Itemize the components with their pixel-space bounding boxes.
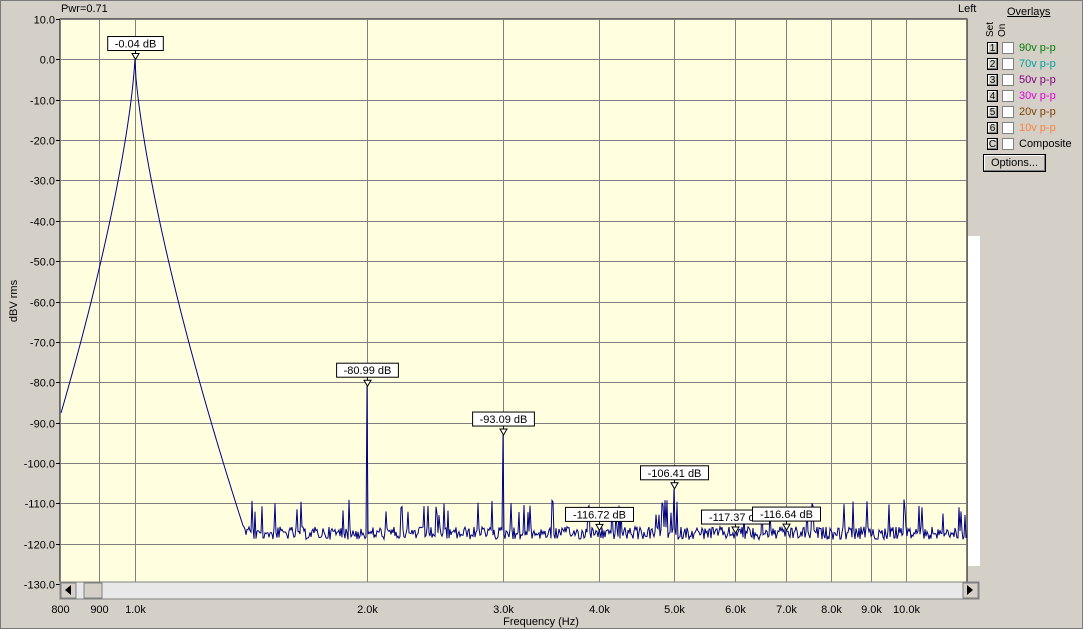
peak-label: -93.09 dB bbox=[480, 414, 528, 426]
overlay-on-checkbox[interactable] bbox=[1002, 138, 1014, 150]
x-axis-ticks: 800 900 1.0k 2.0k 3.0k 4.0k 5.0k 6.0k 7.0k 8.0k 9.… bbox=[51, 604, 920, 616]
x-tick-label: 6.0k bbox=[725, 604, 746, 616]
overlay-row: 5 20v p-p bbox=[987, 106, 1082, 120]
right-strip bbox=[968, 236, 980, 566]
y-tick-label: -70.0 bbox=[30, 338, 55, 350]
overlay-on-checkbox[interactable] bbox=[1002, 58, 1014, 70]
on-column-header: On bbox=[997, 23, 1008, 37]
overlay-label: 10v p-p bbox=[1019, 122, 1056, 134]
x-tick-label: 800 bbox=[51, 604, 69, 616]
overlay-row: 2 70v p-p bbox=[987, 58, 1082, 72]
overlay-on-checkbox[interactable] bbox=[1002, 74, 1014, 86]
y-tick-label: -90.0 bbox=[30, 419, 55, 431]
x-tick-label: 1.0k bbox=[125, 604, 146, 616]
power-readout: Pwr=0.71 bbox=[61, 3, 108, 15]
overlays-title[interactable]: Overlays bbox=[1007, 6, 1050, 18]
overlay-row: 4 30v p-p bbox=[987, 90, 1082, 104]
x-tick-label: 3.0k bbox=[493, 604, 514, 616]
peak-label: -80.99 dB bbox=[344, 365, 392, 377]
y-tick-label: 0.0 bbox=[40, 55, 55, 67]
horizontal-scrollbar[interactable] bbox=[59, 581, 980, 600]
overlay-label: 70v p-p bbox=[1019, 58, 1056, 70]
overlay-label: 30v p-p bbox=[1019, 90, 1056, 102]
overlay-set-button[interactable]: 4 bbox=[987, 90, 998, 102]
scroll-thumb[interactable] bbox=[83, 582, 103, 599]
overlay-on-checkbox[interactable] bbox=[1002, 122, 1014, 134]
overlay-set-button[interactable]: C bbox=[987, 138, 998, 150]
y-tick-label: -100.0 bbox=[24, 459, 55, 471]
x-tick-label: 5.0k bbox=[664, 604, 685, 616]
overlay-label: 20v p-p bbox=[1019, 106, 1056, 118]
y-tick-label: -120.0 bbox=[24, 540, 55, 552]
plot-area bbox=[59, 18, 968, 585]
y-tick-label: -110.0 bbox=[25, 499, 55, 511]
overlay-row: 3 50v p-p bbox=[987, 74, 1082, 88]
overlay-set-button[interactable]: 6 bbox=[987, 122, 998, 134]
y-tick-label: -60.0 bbox=[30, 298, 55, 310]
y-tick-label: -80.0 bbox=[30, 378, 55, 390]
x-tick-label: 10.0k bbox=[893, 604, 920, 616]
overlay-label: 90v p-p bbox=[1019, 42, 1056, 54]
overlay-row: 1 90v p-p bbox=[987, 42, 1082, 56]
overlay-on-checkbox[interactable] bbox=[1002, 90, 1014, 102]
overlay-set-button[interactable]: 3 bbox=[987, 74, 998, 86]
channel-label: Left bbox=[958, 3, 977, 15]
x-tick-label: 9.0k bbox=[861, 604, 882, 616]
y-tick-label: -30.0 bbox=[30, 176, 55, 188]
x-tick-label: 4.0k bbox=[589, 604, 610, 616]
overlay-on-checkbox[interactable] bbox=[1002, 106, 1014, 118]
peak-label: -106.41 dB bbox=[648, 468, 702, 480]
set-column-header: Set bbox=[985, 21, 996, 37]
overlay-set-button[interactable]: 2 bbox=[987, 58, 998, 70]
x-tick-label: 8.0k bbox=[821, 604, 842, 616]
y-tick-label: -10.0 bbox=[30, 96, 55, 108]
x-tick-label: 900 bbox=[90, 604, 108, 616]
y-tick-label: -130.0 bbox=[24, 580, 55, 592]
y-axis-ticks: 10.0 0.0 -10.0 -20.0 -30.0 -40.0 -50.0 -60.0 -70… bbox=[24, 15, 60, 592]
y-tick-label: -50.0 bbox=[30, 257, 55, 269]
peak-label: -116.72 dB bbox=[573, 509, 626, 521]
y-axis-label: dBV rms bbox=[8, 279, 20, 322]
overlay-set-button[interactable]: 5 bbox=[987, 106, 998, 118]
y-tick-label: 10.0 bbox=[34, 15, 55, 27]
x-tick-label: 7.0k bbox=[776, 604, 797, 616]
x-axis-label: Frequency (Hz) bbox=[503, 616, 579, 628]
y-tick-label: -40.0 bbox=[30, 217, 55, 229]
overlay-on-checkbox[interactable] bbox=[1002, 42, 1014, 54]
peak-label: -116.64 dB bbox=[760, 509, 813, 521]
spectrum-chart: 10.0 0.0 -10.0 -20.0 -30.0 -40.0 -50.0 -60.0 -70… bbox=[8, 15, 980, 628]
y-tick-label: -20.0 bbox=[30, 136, 55, 148]
overlay-row: C Composite bbox=[987, 138, 1082, 152]
x-tick-label: 2.0k bbox=[357, 604, 378, 616]
overlay-label: Composite bbox=[1019, 138, 1072, 150]
peak-label: -0.04 dB bbox=[115, 39, 157, 51]
options-button[interactable]: Options... bbox=[983, 154, 1046, 172]
overlay-label: 50v p-p bbox=[1019, 74, 1056, 86]
overlay-row: 6 10v p-p bbox=[987, 122, 1082, 136]
overlay-set-button[interactable]: 1 bbox=[987, 42, 998, 54]
